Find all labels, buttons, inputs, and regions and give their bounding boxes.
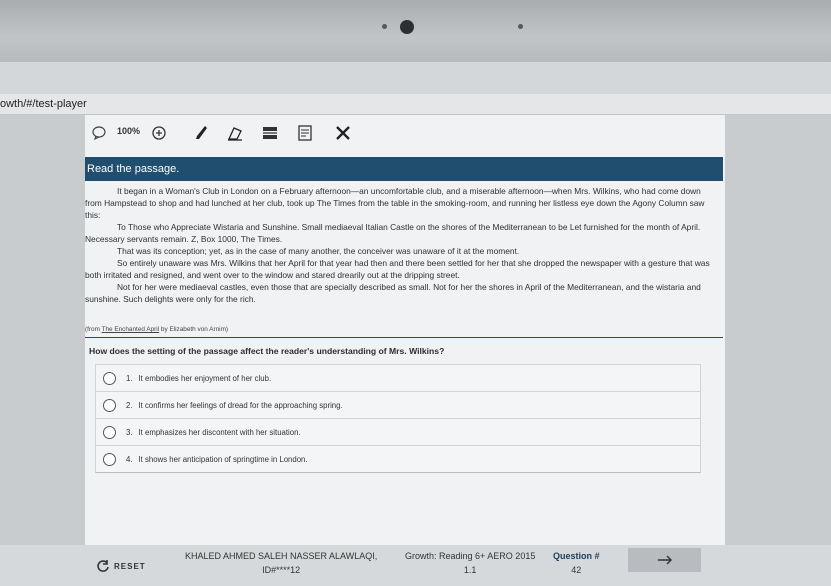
option-text: It embodies her enjoyment of her club.: [138, 373, 272, 383]
passage-heading: Read the passage.: [87, 163, 180, 175]
reset-label: RESET: [114, 561, 146, 571]
answer-option-3[interactable]: 3. It emphasizes her discontent with her…: [95, 418, 701, 445]
radio-button[interactable]: [103, 371, 116, 385]
option-text: It confirms her feelings of dread for th…: [138, 400, 343, 410]
arrow-right-icon: [657, 555, 672, 565]
source-title: The Enchanted April: [101, 326, 160, 333]
question-counter-label: Question #: [553, 551, 600, 561]
source-suffix: by Elizabeth von Arnim): [159, 326, 229, 333]
answer-option-2[interactable]: 2. It confirms her feelings of dread for…: [95, 391, 701, 418]
highlighter-icon[interactable]: [191, 123, 211, 143]
eraser-icon[interactable]: [225, 123, 245, 143]
student-name: KHALED AHMED SALEH NASSER ALAWLAQI,: [185, 551, 378, 561]
footer-bar: RESET KHALED AHMED SALEH NASSER ALAWLAQI…: [0, 545, 831, 586]
student-info: KHALED AHMED SALEH NASSER ALAWLAQI, ID#*…: [185, 549, 377, 577]
passage-source: (from The Enchanted April by Elizabeth v…: [85, 326, 228, 333]
test-version: 1.1: [463, 565, 477, 575]
passage-paragraph: Not for her were mediaeval castles, even…: [85, 282, 701, 304]
passage-paragraph: To Those who Appreciate Wistaria and Sun…: [85, 222, 701, 244]
question-text: How does the setting of the passage affe…: [89, 346, 445, 356]
passage-header: Read the passage.: [85, 157, 723, 181]
test-name: Growth: Reading 6+ AERO 2015: [405, 551, 536, 561]
student-id: ID#****12: [262, 565, 301, 575]
option-text: It emphasizes her discontent with her si…: [138, 427, 301, 437]
source-prefix: (from: [85, 326, 102, 333]
passage-paragraph: So entirely unaware was Mrs. Wilkins tha…: [85, 258, 710, 280]
question-counter: Question # 42: [553, 549, 600, 577]
address-bar[interactable]: owth/#/test-player: [0, 94, 831, 115]
zoom-level: 100%: [117, 126, 141, 136]
sensor-dot: [382, 24, 387, 29]
option-text: It shows her anticipation of springtime …: [138, 454, 308, 464]
zoom-in-icon[interactable]: [149, 123, 169, 143]
answer-options: 1. It embodies her enjoyment of her club…: [95, 364, 701, 473]
browser-chrome: [0, 62, 831, 94]
answer-eliminator-icon[interactable]: [333, 123, 353, 143]
answer-option-4[interactable]: 4. It shows her anticipation of springti…: [95, 445, 701, 473]
speech-bubble-icon[interactable]: [89, 123, 109, 143]
option-number: 2.: [126, 400, 133, 410]
question-counter-number: 42: [571, 565, 582, 575]
notepad-icon[interactable]: [295, 123, 315, 143]
option-number: 1.: [126, 373, 133, 383]
passage-paragraph: That was its conception; yet, as in the …: [117, 246, 520, 256]
camera-icon: [400, 20, 414, 34]
answer-option-1[interactable]: 1. It embodies her enjoyment of her club…: [95, 364, 701, 391]
line-reader-icon[interactable]: [260, 123, 280, 143]
next-button[interactable]: [628, 548, 701, 572]
reset-icon: [97, 560, 109, 572]
option-number: 4.: [126, 454, 133, 464]
divider: [85, 337, 723, 338]
reset-button[interactable]: RESET: [96, 559, 146, 573]
url-text: owth/#/test-player: [0, 98, 87, 110]
test-player: 100% Read the passage. It began in a Wom…: [85, 115, 725, 545]
radio-button[interactable]: [103, 398, 116, 412]
screen-bezel: [0, 0, 831, 62]
test-info: Growth: Reading 6+ AERO 2015 1.1: [405, 549, 535, 577]
passage-paragraph: It began in a Woman's Club in London on …: [85, 186, 705, 220]
radio-button[interactable]: [103, 425, 116, 439]
option-number: 3.: [126, 427, 133, 437]
sensor-dot: [518, 24, 523, 29]
toolbar: 100%: [85, 115, 725, 151]
radio-button[interactable]: [103, 452, 116, 466]
passage-text: It began in a Woman's Club in London on …: [85, 185, 715, 305]
